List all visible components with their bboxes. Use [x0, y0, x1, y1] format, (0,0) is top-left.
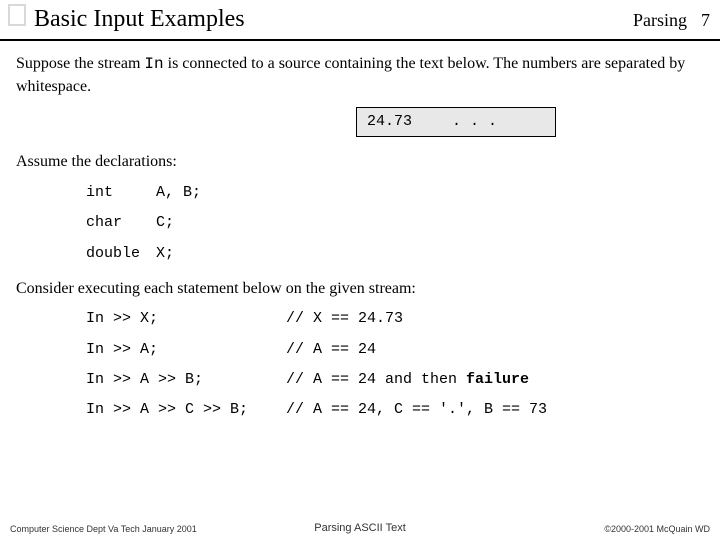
stmt-code: In >> A >> C >> B;	[86, 400, 286, 420]
intro-paragraph: Suppose the stream In is connected to a …	[16, 53, 704, 97]
footer-left: Computer Science Dept Va Tech January 20…	[10, 524, 197, 534]
decl-vars: C;	[156, 214, 174, 231]
page-number: 7	[701, 10, 710, 31]
decl-keyword: char	[86, 213, 156, 233]
declarations-block: intA, B; charC; doubleX;	[86, 183, 704, 264]
decl-vars: X;	[156, 245, 174, 262]
stmt-code: In >> A >> B;	[86, 370, 286, 390]
decl-keyword: double	[86, 244, 156, 264]
stmt-comment-pre: // A == 24 and then	[286, 371, 466, 388]
stmt-comment: // A == 24 and then failure	[286, 370, 529, 390]
header-right: Parsing 7	[633, 10, 710, 31]
header-rule	[0, 39, 720, 41]
decl-keyword: int	[86, 183, 156, 203]
stream-box: 24.73 . . .	[356, 107, 556, 137]
assume-label: Assume the declarations:	[16, 151, 704, 173]
stmt-row: In >> A >> C >> B; // A == 24, C == '.',…	[86, 400, 704, 420]
slide-header: Basic Input Examples Parsing 7	[0, 0, 720, 37]
stmt-row: In >> A >> B; // A == 24 and then failur…	[86, 370, 704, 390]
decl-line: doubleX;	[86, 244, 704, 264]
slide-title: Basic Input Examples	[34, 6, 245, 33]
stmt-comment: // A == 24, C == '.', B == 73	[286, 400, 547, 420]
slide-content: Suppose the stream In is connected to a …	[0, 53, 720, 420]
footer-right: ©2000-2001 McQuain WD	[604, 524, 710, 534]
footer-center: Parsing ASCII Text	[314, 522, 406, 534]
stmt-code: In >> A;	[86, 340, 286, 360]
intro-text-1: Suppose the stream	[16, 55, 144, 72]
stmt-row: In >> X; // X == 24.73	[86, 309, 704, 329]
decl-line: intA, B;	[86, 183, 704, 203]
stmt-comment-bold: failure	[466, 371, 529, 388]
statements-block: In >> X; // X == 24.73 In >> A; // A == …	[86, 309, 704, 420]
stmt-row: In >> A; // A == 24	[86, 340, 704, 360]
stream-value: 24.73	[367, 112, 412, 132]
slide-accent-box	[8, 4, 26, 26]
stmt-comment: // X == 24.73	[286, 309, 403, 329]
consider-label: Consider executing each statement below …	[16, 278, 704, 300]
stream-name: In	[144, 55, 163, 73]
decl-vars: A, B;	[156, 184, 201, 201]
stream-ellipsis: . . .	[452, 112, 497, 132]
stmt-code: In >> X;	[86, 309, 286, 329]
decl-line: charC;	[86, 213, 704, 233]
section-label: Parsing	[633, 10, 687, 31]
slide-footer: Computer Science Dept Va Tech January 20…	[0, 524, 720, 534]
stmt-comment: // A == 24	[286, 340, 376, 360]
